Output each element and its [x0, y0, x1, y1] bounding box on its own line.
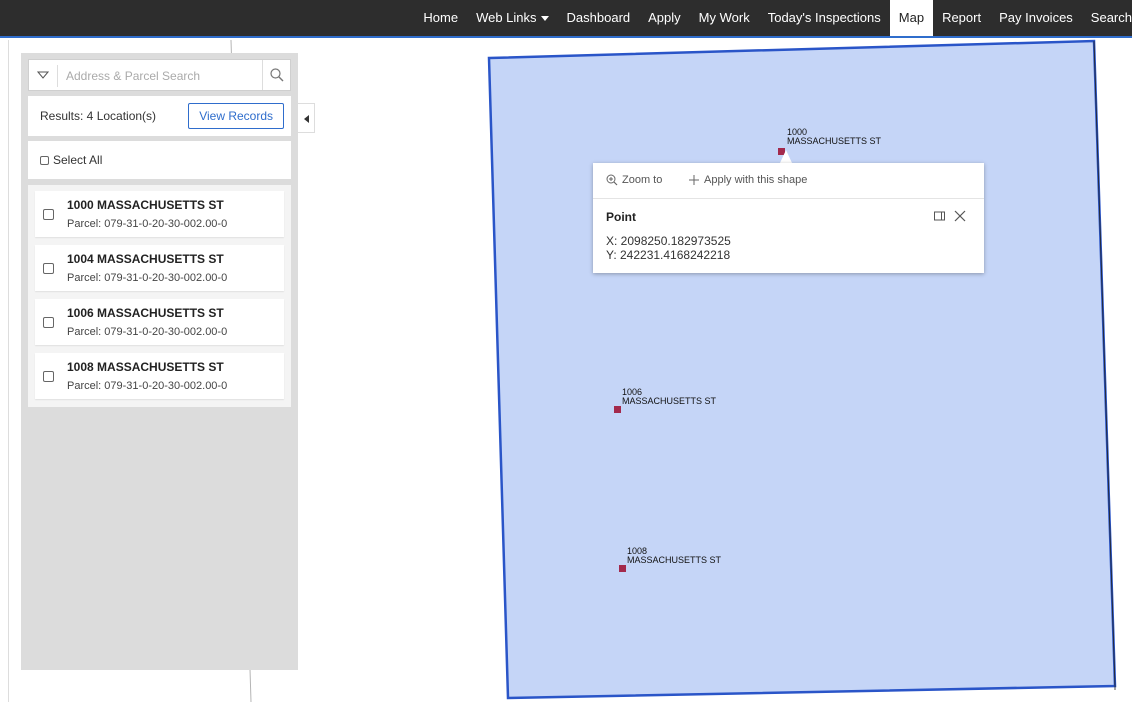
- location-address: 1008 MASSACHUSETTS ST: [67, 360, 224, 374]
- list-item[interactable]: 1006 MASSACHUSETTS ST Parcel: 079-31-0-2…: [35, 299, 284, 345]
- view-records-button[interactable]: View Records: [188, 103, 284, 129]
- map-label-street: MASSACHUSETTS ST: [787, 136, 882, 146]
- results-bar: Results: 4 Location(s) View Records: [28, 96, 291, 136]
- map-label-1006: 1006 MASSACHUSETTS ST: [622, 388, 716, 406]
- caret-left-icon: [304, 115, 309, 123]
- item-checkbox[interactable]: [43, 263, 54, 274]
- feature-popup: Zoom to Apply with this shape Point X: 2…: [593, 163, 984, 273]
- map-label-1008: 1008 MASSACHUSETTS ST: [627, 547, 721, 565]
- close-icon[interactable]: [953, 209, 967, 223]
- list-item[interactable]: 1008 MASSACHUSETTS ST Parcel: 079-31-0-2…: [35, 353, 284, 399]
- zoom-to-button[interactable]: Zoom to: [606, 174, 662, 186]
- item-checkbox[interactable]: [43, 317, 54, 328]
- search-icon[interactable]: [269, 67, 285, 83]
- search-box: [28, 59, 291, 91]
- location-parcel: Parcel: 079-31-0-20-30-002.00-0: [67, 380, 228, 392]
- location-address: 1000 MASSACHUSETTS ST: [67, 198, 224, 212]
- collapse-panel-button[interactable]: [298, 103, 315, 133]
- list-item[interactable]: 1000 MASSACHUSETTS ST Parcel: 079-31-0-2…: [35, 191, 284, 237]
- parcel-marker-1006[interactable]: [614, 406, 621, 413]
- location-list: 1000 MASSACHUSETTS ST Parcel: 079-31-0-2…: [28, 185, 291, 407]
- dock-icon[interactable]: [933, 209, 947, 223]
- popup-y-coordinate: Y: 242231.4168242218: [606, 248, 731, 262]
- search-panel: Results: 4 Location(s) View Records Sele…: [21, 53, 298, 670]
- select-all-row: Select All: [28, 141, 291, 179]
- parcel-marker-1008[interactable]: [619, 565, 626, 572]
- item-checkbox[interactable]: [43, 209, 54, 220]
- filter-icon[interactable]: [37, 69, 49, 81]
- zoom-to-label: Zoom to: [622, 174, 663, 186]
- map-label-1000: 1000 MASSACHUSETTS ST: [787, 128, 881, 146]
- map-label-street: MASSACHUSETTS ST: [622, 396, 717, 406]
- list-item[interactable]: 1004 MASSACHUSETTS ST Parcel: 079-31-0-2…: [35, 245, 284, 291]
- plus-icon: [689, 175, 699, 185]
- search-input[interactable]: [57, 65, 268, 87]
- location-parcel: Parcel: 079-31-0-20-30-002.00-0: [67, 272, 228, 284]
- select-all-checkbox[interactable]: Select All: [40, 153, 102, 167]
- popup-actions: Zoom to Apply with this shape: [593, 163, 984, 199]
- location-parcel: Parcel: 079-31-0-20-30-002.00-0: [67, 218, 228, 230]
- location-parcel: Parcel: 079-31-0-20-30-002.00-0: [67, 326, 228, 338]
- location-address: 1004 MASSACHUSETTS ST: [67, 252, 224, 266]
- map-label-street: MASSACHUSETTS ST: [627, 555, 722, 565]
- popup-pointer: [780, 150, 792, 163]
- select-all-label: Select All: [53, 153, 103, 167]
- results-count: Results: 4 Location(s): [40, 109, 157, 123]
- popup-title: Point: [606, 210, 636, 224]
- apply-with-shape-label: Apply with this shape: [704, 174, 808, 186]
- search-divider: [262, 60, 263, 90]
- item-checkbox[interactable]: [43, 371, 54, 382]
- checkbox-icon: [40, 155, 49, 165]
- apply-with-shape-button[interactable]: Apply with this shape: [688, 174, 807, 186]
- location-address: 1006 MASSACHUSETTS ST: [67, 306, 224, 320]
- popup-x-coordinate: X: 2098250.182973525: [606, 234, 731, 248]
- zoom-in-icon: [606, 174, 618, 186]
